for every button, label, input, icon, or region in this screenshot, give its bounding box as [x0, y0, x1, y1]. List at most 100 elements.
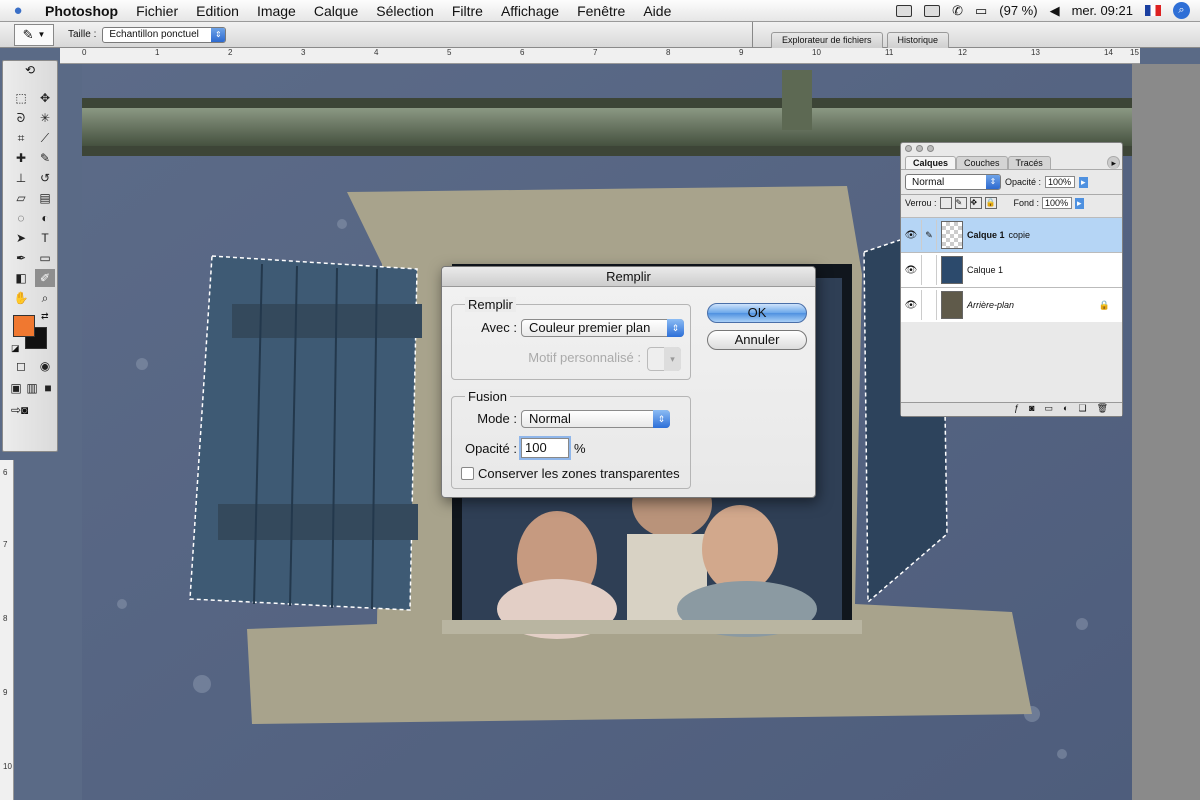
display-icon[interactable]: [924, 4, 941, 17]
eye-icon[interactable]: 👁: [901, 300, 921, 311]
foreground-color-swatch[interactable]: [13, 315, 35, 337]
battery-icon[interactable]: ▭: [975, 3, 987, 19]
layer-row-calque1-copie[interactable]: 👁 ✎ Calque 1 copie: [901, 217, 1122, 252]
phone-icon[interactable]: ✆: [952, 3, 963, 19]
layer-row-arriere-plan[interactable]: 👁 Arrière-plan 🔒: [901, 287, 1122, 322]
new-layer-icon[interactable]: ❑: [1078, 403, 1086, 416]
slice-tool-icon[interactable]: ⟋: [35, 129, 55, 147]
blend-mode-select[interactable]: Normal ⇕: [905, 174, 1001, 190]
path-selection-tool-icon[interactable]: ➤: [11, 229, 31, 247]
menu-calque[interactable]: Calque: [305, 0, 367, 22]
cancel-button[interactable]: Annuler: [707, 330, 807, 350]
swap-colors-icon[interactable]: ⇄: [41, 311, 49, 322]
menu-image[interactable]: Image: [248, 0, 305, 22]
tab-calques[interactable]: Calques: [905, 156, 957, 169]
lock-image-icon[interactable]: ✎: [954, 197, 967, 209]
magic-wand-tool-icon[interactable]: ✳: [35, 109, 55, 127]
marquee-tool-icon[interactable]: ⬚: [11, 89, 31, 107]
ruler-left[interactable]: 6 7 8 9 10: [0, 460, 14, 800]
preserve-transparency-label[interactable]: Conserver les zones transparentes: [478, 466, 680, 481]
clock[interactable]: mer. 09:21: [1072, 3, 1133, 18]
menu-selection[interactable]: Sélection: [367, 0, 443, 22]
layer-style-icon[interactable]: ƒ: [1014, 403, 1019, 416]
menu-edition[interactable]: Edition: [187, 0, 248, 22]
menu-fenetre[interactable]: Fenêtre: [568, 0, 634, 22]
opacity-field[interactable]: 100%: [1045, 176, 1076, 188]
jump-to-imageready-icon[interactable]: ⇨◙: [3, 403, 57, 417]
minimize-icon[interactable]: [916, 145, 923, 152]
lock-transparency-icon[interactable]: [939, 197, 952, 209]
fill-slider-arrow-icon[interactable]: ▸: [1075, 197, 1084, 209]
tab-history[interactable]: Historique: [886, 31, 950, 48]
zoom-icon[interactable]: [927, 145, 934, 152]
standard-mode-icon[interactable]: ◻: [11, 357, 31, 375]
menu-affichage[interactable]: Affichage: [492, 0, 568, 22]
lock-all-icon[interactable]: 🔒: [984, 197, 997, 209]
pen-tool-icon[interactable]: ✒: [11, 249, 31, 267]
tab-file-browser[interactable]: Explorateur de fichiers: [771, 31, 883, 48]
eye-icon[interactable]: 👁: [901, 265, 921, 276]
feather-logo-icon[interactable]: ⟲: [3, 63, 57, 83]
screen-mode-full-menu-icon[interactable]: ▥: [25, 379, 39, 397]
lock-position-icon[interactable]: ✥: [969, 197, 982, 209]
volume-icon[interactable]: ◀: [1050, 3, 1060, 19]
type-tool-icon[interactable]: T: [35, 229, 55, 247]
tab-couches[interactable]: Couches: [956, 156, 1008, 169]
pattern-select[interactable]: ▾: [647, 347, 681, 371]
hand-tool-icon[interactable]: ✋: [11, 289, 31, 307]
app-menu[interactable]: Photoshop: [36, 0, 127, 22]
fill-field[interactable]: 100%: [1042, 197, 1073, 209]
move-tool-icon[interactable]: ✥: [35, 89, 55, 107]
layer-name[interactable]: Calque 1: [967, 265, 1003, 275]
ruler-top[interactable]: 0 1 2 3 4 5 6 7 8 9 10 11 12 13 14 15: [60, 48, 1140, 64]
use-select[interactable]: Couleur premier plan ⇕: [521, 319, 684, 337]
apple-menu-icon[interactable]: ●: [0, 2, 36, 19]
dodge-tool-icon[interactable]: ◐: [35, 209, 55, 227]
link-slot[interactable]: [921, 255, 937, 285]
stamp-tool-icon[interactable]: ⊥: [11, 169, 31, 187]
brush-tool-icon[interactable]: ✎: [35, 149, 55, 167]
notes-tool-icon[interactable]: ◧: [11, 269, 31, 287]
gradient-tool-icon[interactable]: ▤: [35, 189, 55, 207]
size-select[interactable]: Echantillon ponctuel ⇕: [102, 26, 227, 43]
adjustment-layer-icon[interactable]: ◐: [1063, 403, 1068, 416]
eyedropper-tool-icon[interactable]: ✐: [35, 269, 55, 287]
opacity-slider-arrow-icon[interactable]: ▸: [1079, 176, 1088, 188]
layer-row-calque1[interactable]: 👁 Calque 1: [901, 252, 1122, 287]
menu-aide[interactable]: Aide: [634, 0, 680, 22]
layer-name[interactable]: Arrière-plan: [967, 300, 1014, 310]
spotlight-icon[interactable]: ⌕: [1173, 2, 1190, 19]
layer-name[interactable]: Calque 1: [967, 230, 1005, 240]
shape-tool-icon[interactable]: ▭: [35, 249, 55, 267]
history-brush-tool-icon[interactable]: ↺: [35, 169, 55, 187]
zoom-tool-icon[interactable]: ⌕: [35, 289, 55, 307]
menu-fichier[interactable]: Fichier: [127, 0, 187, 22]
lasso-tool-icon[interactable]: ᘐ: [11, 109, 31, 127]
battery-status[interactable]: (97 %): [999, 3, 1037, 18]
flag-icon[interactable]: [1145, 5, 1161, 16]
screen-mode-full-icon[interactable]: ■: [41, 379, 55, 397]
blur-tool-icon[interactable]: ◌: [11, 209, 31, 227]
eyedropper-preset-button[interactable]: ✎ ▼: [14, 23, 54, 46]
brush-icon[interactable]: ✎: [921, 220, 937, 250]
eraser-tool-icon[interactable]: ▱: [11, 189, 31, 207]
new-group-icon[interactable]: ▭: [1045, 403, 1054, 416]
crop-tool-icon[interactable]: ⌗: [11, 129, 31, 147]
healing-brush-tool-icon[interactable]: ✚: [11, 149, 31, 167]
panel-titlebar[interactable]: [901, 143, 1122, 155]
keyboard-icon[interactable]: [896, 4, 913, 17]
mode-select[interactable]: Normal ⇕: [521, 410, 670, 428]
default-colors-icon[interactable]: ◪: [11, 343, 20, 354]
trash-icon[interactable]: 🗑: [1097, 403, 1108, 416]
ok-button[interactable]: OK: [707, 303, 807, 323]
opacity-input[interactable]: 100: [521, 438, 569, 458]
add-mask-icon[interactable]: ◙: [1029, 403, 1034, 416]
close-icon[interactable]: [905, 145, 912, 152]
tab-traces[interactable]: Tracés: [1007, 156, 1051, 169]
preserve-transparency-checkbox[interactable]: [461, 467, 474, 480]
eye-icon[interactable]: 👁: [901, 230, 921, 241]
menu-filtre[interactable]: Filtre: [443, 0, 492, 22]
screen-mode-standard-icon[interactable]: ▣: [9, 379, 23, 397]
quickmask-mode-icon[interactable]: ◉: [35, 357, 55, 375]
panel-menu-icon[interactable]: ▸: [1107, 156, 1120, 169]
